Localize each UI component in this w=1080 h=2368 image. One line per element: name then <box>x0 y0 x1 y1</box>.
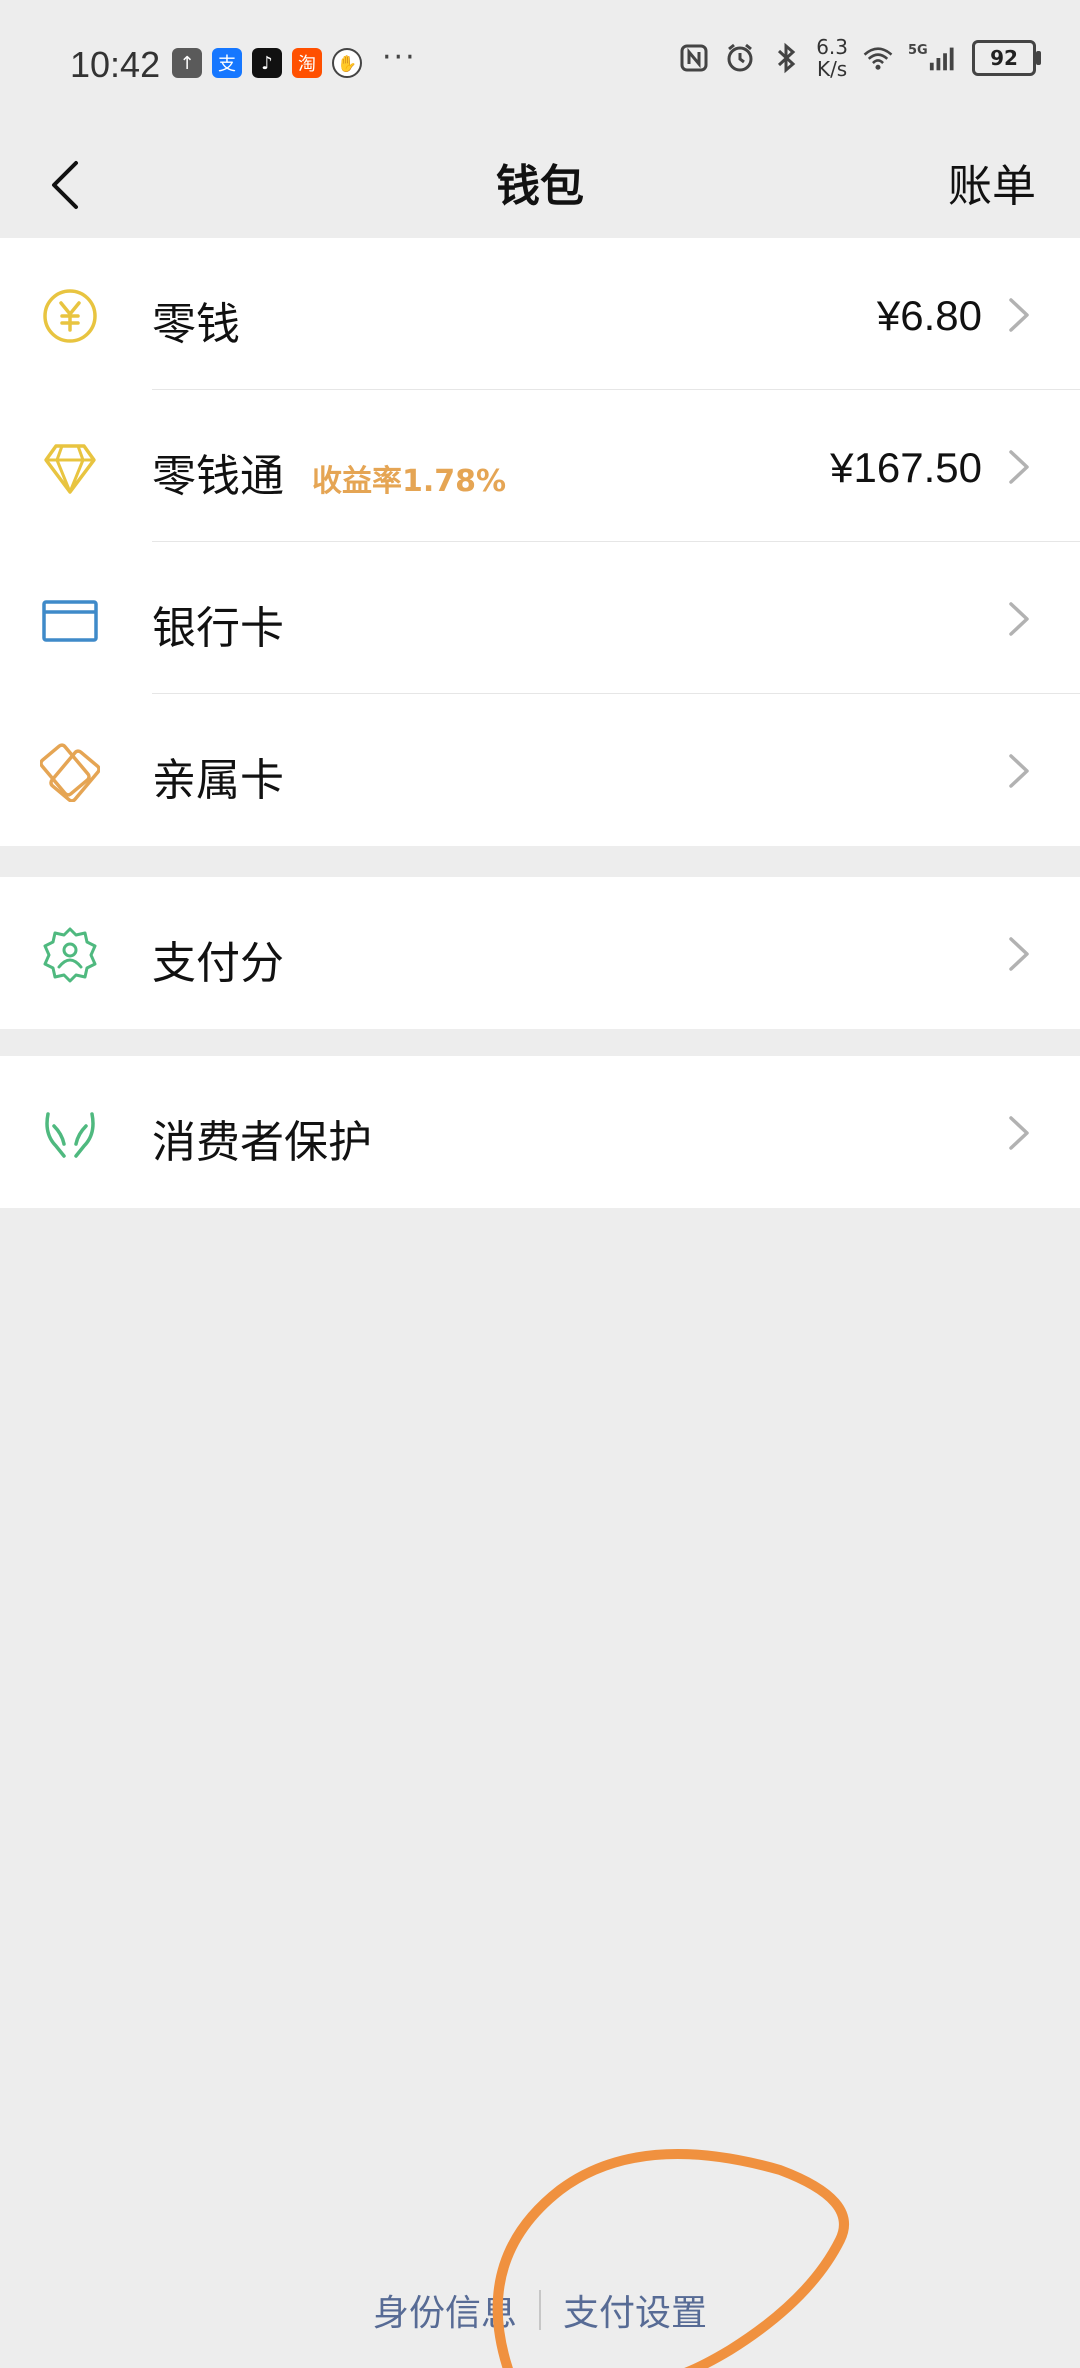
chevron-right-icon <box>1009 1116 1029 1150</box>
chevron-right-icon <box>1009 754 1029 788</box>
signal-5g-icon: 5G <box>908 42 958 74</box>
wallet-group: 零钱 ¥6.80 零钱通 收益率1.78% ¥167.50 银行卡 亲属卡 <box>0 238 1080 846</box>
status-app-icons: ↑ 支 ♪ 淘 ✋ <box>172 48 362 78</box>
yield-rate-badge: 收益率1.78% <box>312 464 507 499</box>
yuan-coin-icon <box>43 289 97 343</box>
wifi-icon <box>862 42 894 74</box>
status-indicators: 6.3 K/s 5G 92 <box>678 36 1041 80</box>
douyin-icon: ♪ <box>252 48 282 78</box>
item-label: 银行卡 <box>152 603 284 654</box>
pay-settings-link[interactable]: 支付设置 <box>563 2284 707 2336</box>
page-title: 钱包 <box>496 161 584 212</box>
list-item-pay-score[interactable]: 支付分 <box>0 877 1080 1029</box>
pay-score-group: 支付分 <box>0 877 1080 1029</box>
item-label: 支付分 <box>152 938 284 989</box>
pay-score-badge-icon <box>43 927 97 983</box>
alipay-icon: 支 <box>212 48 242 78</box>
network-speed-value: 6.3 <box>816 35 848 59</box>
network-speed-unit: K/s <box>816 57 848 81</box>
battery-icon: 92 <box>972 40 1041 76</box>
list-item-consumer-protection[interactable]: 消费者保护 <box>0 1056 1080 1208</box>
item-label-text: 零钱通 <box>152 451 284 502</box>
footer-separator <box>539 2290 541 2330</box>
status-time: 10:42 <box>70 44 161 85</box>
chevron-right-icon <box>1009 450 1029 484</box>
list-item-family-card[interactable]: 亲属卡 <box>0 694 1080 846</box>
alarm-icon <box>724 42 756 74</box>
taobao-icon: 淘 <box>292 48 322 78</box>
diamond-icon <box>44 444 96 494</box>
hand-app-icon: ✋ <box>332 48 362 78</box>
network-type: 5G <box>908 42 928 58</box>
wallet-screen: 10:42 ↑ 支 ♪ 淘 ✋ ··· 6.3 K/s 5G 92 钱包 账单 … <box>0 0 1080 2368</box>
item-label: 消费者保护 <box>152 1117 372 1168</box>
status-more-icon: ··· <box>382 40 417 75</box>
status-bar: 10:42 ↑ 支 ♪ 淘 ✋ ··· 6.3 K/s 5G 92 <box>0 0 1080 130</box>
upload-app-icon: ↑ <box>172 48 202 78</box>
battery-level: 92 <box>990 46 1018 70</box>
item-value: ¥167.50 <box>830 444 982 491</box>
item-value: ¥6.80 <box>876 292 982 339</box>
chevron-right-icon <box>1009 937 1029 971</box>
bank-card-icon <box>42 600 98 642</box>
item-label: 亲属卡 <box>152 755 284 806</box>
bill-button[interactable]: 账单 <box>948 150 1036 214</box>
chevron-right-icon <box>1009 298 1029 332</box>
nfc-icon <box>678 42 710 74</box>
bluetooth-icon <box>770 42 802 74</box>
list-item-change[interactable]: 零钱 ¥6.80 <box>0 238 1080 390</box>
footer-links: 身份信息 支付设置 <box>0 2280 1080 2340</box>
item-label: 零钱 <box>152 299 240 350</box>
family-card-icon <box>40 743 100 802</box>
list-item-bank-card[interactable]: 银行卡 <box>0 542 1080 694</box>
item-label: 零钱通 收益率1.78% <box>152 440 506 504</box>
list-item-lingqiantong[interactable]: 零钱通 收益率1.78% ¥167.50 <box>0 390 1080 542</box>
network-speed: 6.3 K/s <box>816 36 848 80</box>
consumer-protection-group: 消费者保护 <box>0 1056 1080 1208</box>
nav-bar: 钱包 账单 <box>0 130 1080 238</box>
identity-info-link[interactable]: 身份信息 <box>373 2284 517 2336</box>
consumer-protection-hands-icon <box>45 1112 95 1158</box>
chevron-right-icon <box>1009 602 1029 636</box>
